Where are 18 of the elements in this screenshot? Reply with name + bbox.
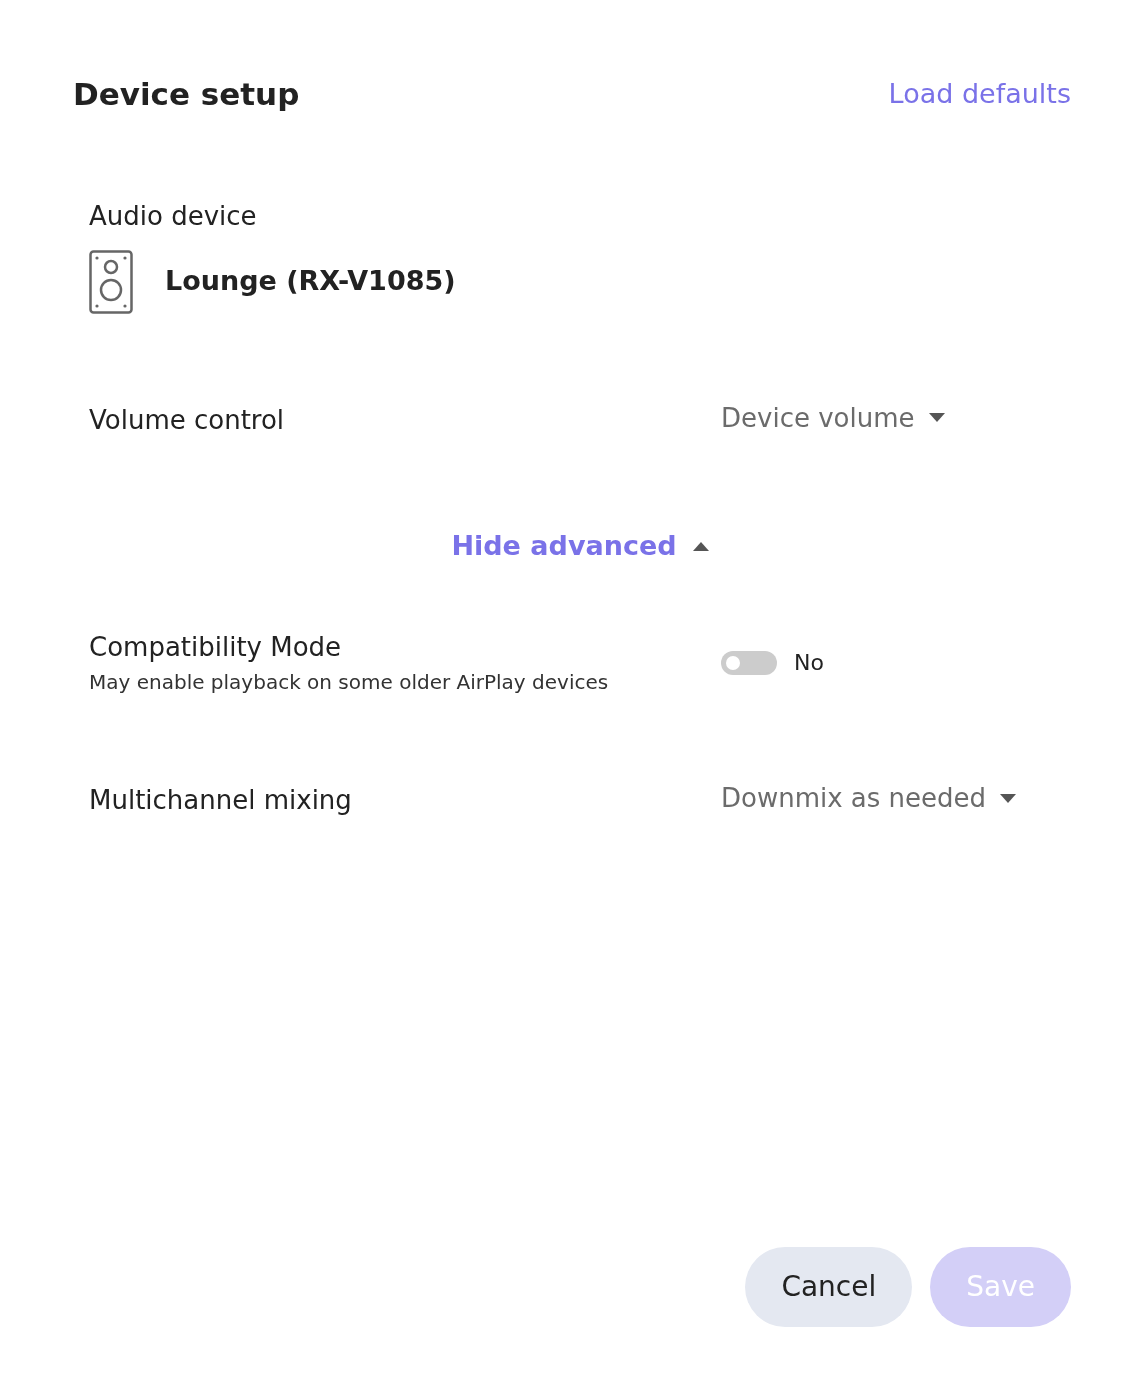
dialog-title: Device setup <box>73 75 300 113</box>
device-name: Lounge (RX-V1085) <box>165 264 456 299</box>
advanced-toggle[interactable]: Hide advanced <box>451 525 709 566</box>
dropdown[interactable]: Downmix as needed <box>721 779 1017 818</box>
cancel-button[interactable]: Cancel <box>745 1247 913 1327</box>
speaker-icon <box>89 249 133 314</box>
load-defaults-link[interactable]: Load defaults <box>888 74 1071 115</box>
section-label: Audio device <box>89 199 258 233</box>
toggle-value: No <box>794 649 824 677</box>
caret-icon <box>1000 793 1017 804</box>
toggle-switch[interactable] <box>721 650 777 675</box>
caret-icon <box>928 413 945 423</box>
caret-icon <box>692 540 709 551</box>
setting-label: Multichannel mixing <box>89 784 353 817</box>
setting-description: May enable playback on some older AirPlay devices <box>89 669 610 696</box>
setting-label: Compatibility Mode <box>89 631 343 664</box>
setting-label: Volume control <box>89 403 286 437</box>
dropdown[interactable]: Device volume <box>721 398 945 438</box>
